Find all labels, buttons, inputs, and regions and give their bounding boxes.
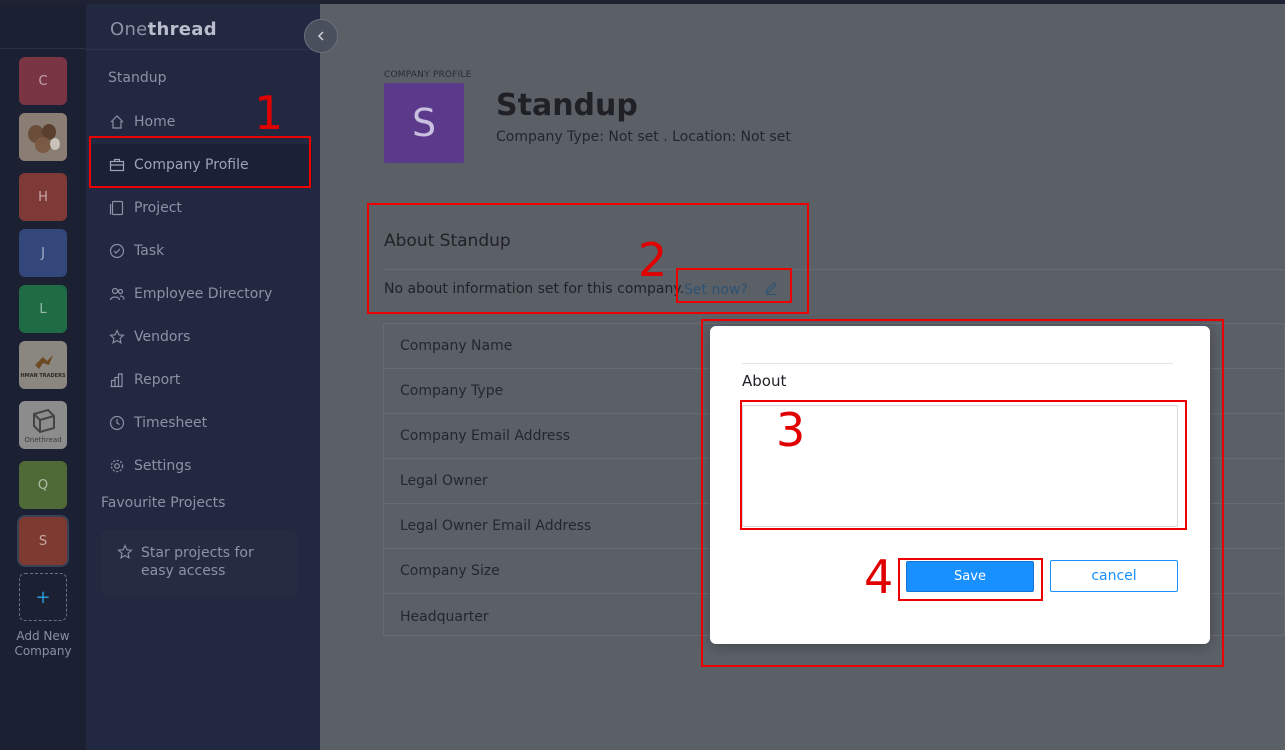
field-label: Company Size <box>400 563 500 579</box>
save-button[interactable]: Save <box>906 561 1034 592</box>
check-circle-icon <box>108 242 126 260</box>
nav-item-label: Task <box>134 243 165 259</box>
about-field-label: About <box>742 372 787 390</box>
rail-header <box>0 0 86 49</box>
home-icon <box>108 113 126 131</box>
about-modal: About Save cancel <box>710 326 1210 644</box>
favourites-empty-box: Star projects for easy access <box>101 530 297 596</box>
bird-logo-icon <box>35 355 53 369</box>
onethread-tile-text: Onethread <box>24 436 62 444</box>
cancel-button[interactable]: cancel <box>1050 560 1178 592</box>
brand-light: One <box>110 19 148 40</box>
avatar-initial: S <box>411 101 437 145</box>
company-initial: L <box>39 301 47 317</box>
brand-divider <box>86 49 320 50</box>
chevron-left-icon <box>317 31 324 41</box>
top-strip <box>0 0 1285 4</box>
field-label: Company Email Address <box>400 428 571 444</box>
onethread-logo-icon <box>33 408 55 434</box>
nav-item-label: Company Profile <box>134 157 249 173</box>
section-label: COMPANY PROFILE <box>384 70 472 80</box>
nav-item-label: Employee Directory <box>134 286 273 302</box>
company-initial: S <box>38 533 48 549</box>
company-initial: J <box>41 245 45 261</box>
nav-item-employee-directory[interactable]: Employee Directory <box>86 273 320 315</box>
field-label: Company Type <box>400 383 504 399</box>
company-tile-q[interactable]: Q <box>19 461 67 509</box>
nav-item-project[interactable]: Project <box>86 187 320 229</box>
nav-item-home[interactable]: Home <box>86 101 320 143</box>
annotation-number-3: 3 <box>776 403 806 457</box>
gear-icon <box>108 457 126 475</box>
about-textarea[interactable] <box>742 405 1178 527</box>
favourites-title: Favourite Projects <box>101 495 226 511</box>
edit-pen-icon[interactable] <box>764 281 778 299</box>
nav-item-task[interactable]: Task <box>86 230 320 272</box>
company-tile-s[interactable]: S <box>19 517 67 565</box>
company-title: Standup <box>496 88 638 123</box>
nav-item-label: Timesheet <box>134 415 208 431</box>
nav-item-timesheet[interactable]: Timesheet <box>86 402 320 444</box>
star-icon <box>117 544 133 596</box>
add-company-button[interactable]: + <box>19 573 67 621</box>
nav-item-label: Settings <box>134 458 192 474</box>
company-initial: Q <box>37 477 49 493</box>
about-divider <box>384 269 1285 270</box>
clock-icon <box>108 414 126 432</box>
nav-sidebar: Onethread Standup Home Company Profile P… <box>86 0 320 750</box>
brand-logo: Onethread <box>110 19 217 40</box>
field-label: Company Name <box>400 338 513 354</box>
nav-item-settings[interactable]: Settings <box>86 445 320 487</box>
nav-item-report[interactable]: Report <box>86 359 320 401</box>
nav-item-label: Project <box>134 200 182 216</box>
field-label: Legal Owner <box>400 473 488 489</box>
company-tile-h[interactable]: H <box>19 173 67 221</box>
users-icon <box>108 285 126 303</box>
project-icon <box>108 199 126 217</box>
company-avatar: S <box>384 83 464 163</box>
company-tile-onethread[interactable]: Onethread <box>19 401 67 449</box>
field-label: Headquarter <box>400 608 489 625</box>
company-initial: H <box>38 189 48 205</box>
nav-item-vendors[interactable]: Vendors <box>86 316 320 358</box>
company-initial: C <box>38 73 48 89</box>
company-tile-j[interactable]: J <box>19 229 67 277</box>
field-label: Legal Owner Email Address <box>400 518 592 534</box>
briefcase-icon <box>108 156 126 174</box>
favourites-empty-text: Star projects for easy access <box>141 545 254 579</box>
annotation-number-4: 4 <box>864 550 894 604</box>
collapse-sidebar-button[interactable] <box>304 19 338 53</box>
nav-company-name: Standup <box>108 70 167 86</box>
nav-item-company-profile[interactable]: Company Profile <box>90 144 312 186</box>
report-icon <box>108 371 126 389</box>
modal-divider <box>742 363 1173 364</box>
nav-item-label: Home <box>134 114 176 130</box>
logo-tile-text: HMAN TRADERS <box>20 373 66 379</box>
nav-item-label: Vendors <box>134 329 191 345</box>
plus-icon: + <box>35 586 51 608</box>
nav-item-label: Report <box>134 372 181 388</box>
company-tile-c[interactable]: C <box>19 57 67 105</box>
set-now-link[interactable]: Set now? <box>684 281 778 299</box>
annotation-number-2: 2 <box>638 233 668 287</box>
eggs-image-icon <box>19 113 67 161</box>
company-tile-hman-traders[interactable]: HMAN TRADERS <box>19 341 67 389</box>
star-icon <box>108 328 126 346</box>
company-tile-image[interactable] <box>19 113 67 161</box>
brand-bold: thread <box>147 19 217 40</box>
company-rail: C H J L HMAN TRADERS Onethread Q S + Add… <box>0 0 86 750</box>
add-company-label: Add New Company <box>14 629 72 658</box>
set-now-label: Set now? <box>684 282 748 298</box>
about-title: About Standup <box>384 231 511 251</box>
company-meta: Company Type: Not set . Location: Not se… <box>496 129 791 145</box>
annotation-number-1: 1 <box>254 86 284 140</box>
company-tile-l[interactable]: L <box>19 285 67 333</box>
